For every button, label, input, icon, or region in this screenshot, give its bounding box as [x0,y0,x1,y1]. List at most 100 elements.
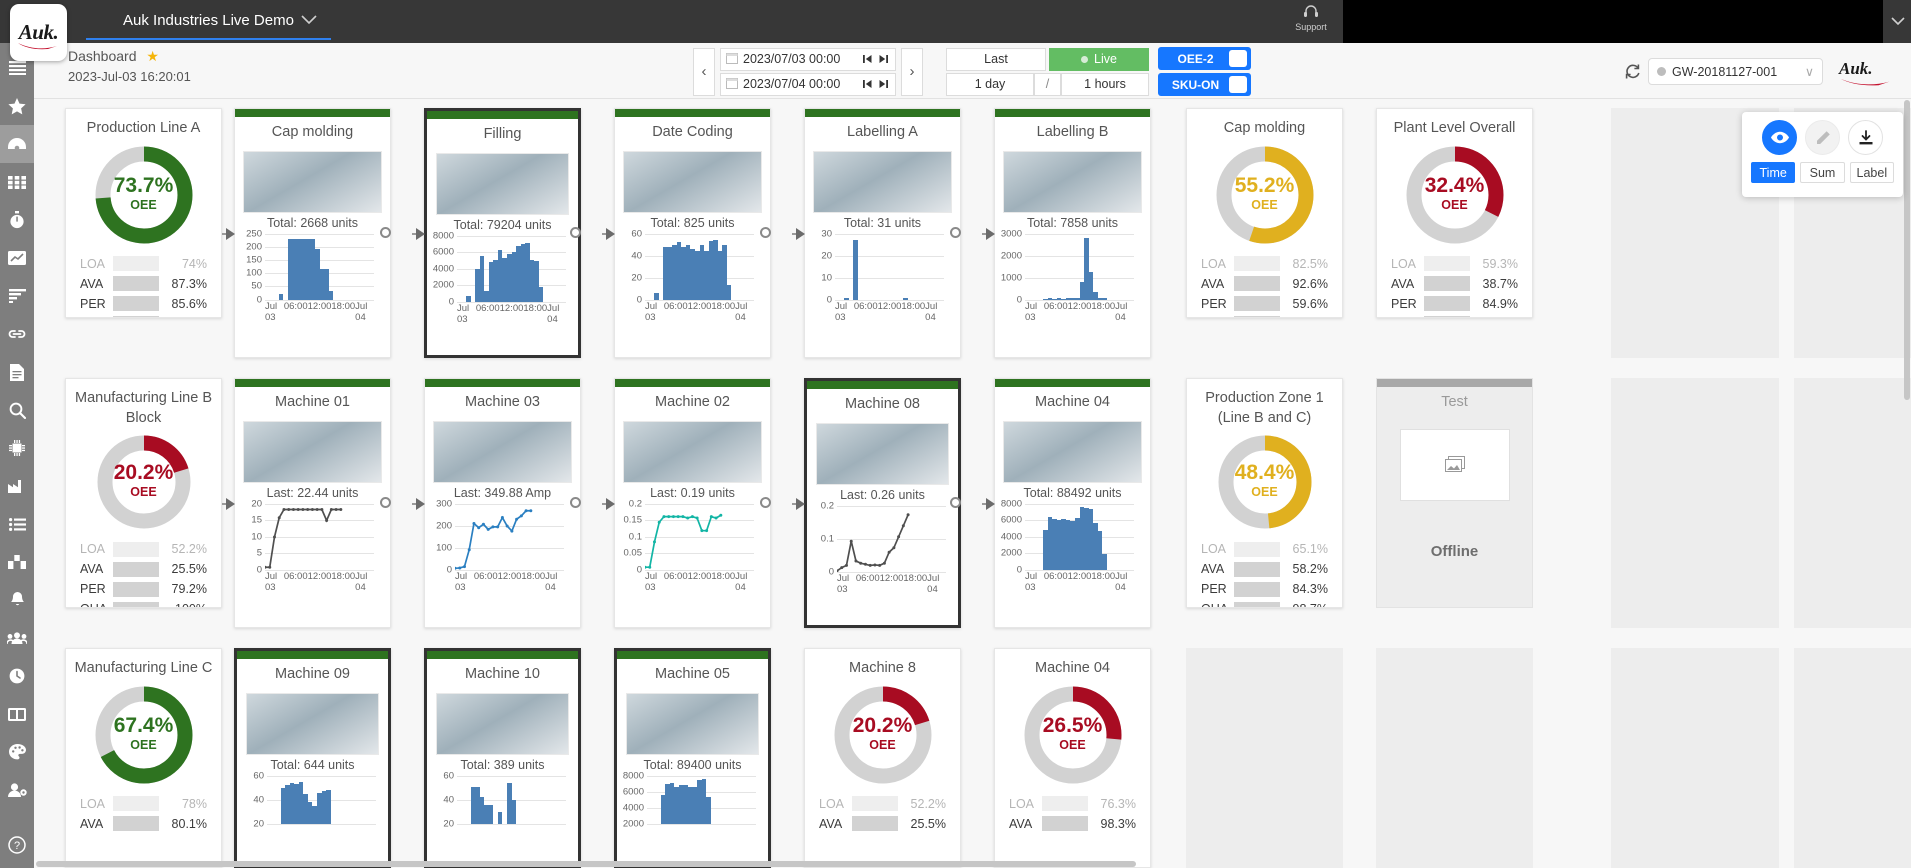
card-cap-molding-2[interactable]: Cap molding 55.2% OEE LOA 82.5% AVA 92.6… [1186,108,1343,318]
card-chart[interactable]: 300 200 100 0 Jul 03 06:00 12:00 18:00 Jul 04 [436,498,564,593]
sidebar-item-reports[interactable] [0,353,34,391]
sidebar-item-factory[interactable] [0,467,34,505]
support-button[interactable]: Support [1286,4,1336,32]
live-button[interactable]: Live [1049,47,1149,71]
card-chart[interactable]: 60 40 20 0 Jul 03 06:00 12:00 18:00 Jul 04 [631,228,754,323]
project-selector[interactable]: Auk Industries Live Demo [86,2,331,40]
sidebar-item-devices[interactable] [0,429,34,467]
empty-slot[interactable] [1611,648,1779,868]
card-manufacturing-line-c[interactable]: Manufacturing Line C 67.4% OEE LOA 78% A… [65,648,222,868]
card-chart[interactable]: 8000 6000 4000 2000 [623,770,756,829]
last-button[interactable]: Last [946,47,1046,71]
card-cap-molding-1[interactable]: Cap molding Total: 2668 units 250 200 150 10… [234,108,391,358]
edit-mode-button[interactable] [1805,120,1840,155]
card-production-zone-1[interactable]: Production Zone 1 (Line B and C) 48.4% O… [1186,378,1343,608]
card-machine-01[interactable]: Machine 01 Last: 22.44 units 20 15 10 5 0 Jul… [234,378,391,628]
card-chart[interactable]: 3000 2000 1000 0 Jul 03 06:00 12:00 18:00 Jul 04 [1001,228,1134,323]
dashboard-canvas[interactable]: Production Line A 73.7% OEE LOA 74% AVA … [34,100,1911,868]
flow-node[interactable] [760,227,771,238]
sidebar-item-layout[interactable] [0,695,34,733]
topbar-expand-icon[interactable] [1891,14,1905,29]
sidebar-item-help[interactable]: ? [0,828,34,862]
machine-photo[interactable] [623,420,762,483]
download-button[interactable] [1848,120,1883,155]
gateway-selector[interactable]: GW-20181127-001 ∨ [1648,58,1823,85]
date-from-field[interactable]: 2023/07/03 00:00 [720,47,896,71]
date-to-steppers[interactable] [863,79,888,89]
machine-photo[interactable] [243,150,382,213]
flow-node[interactable] [570,497,581,508]
sidebar-item-inventory[interactable] [0,543,34,581]
card-chart[interactable]: 30 20 10 0 Jul 03 06:00 12:00 18:00 Jul 04 [821,228,944,323]
date-to-field[interactable]: 2023/07/04 00:00 [720,72,896,96]
empty-slot[interactable] [1794,648,1911,868]
card-machine-10[interactable]: Machine 10 Total: 389 units 60 40 20 [424,648,581,868]
machine-photo[interactable] [243,420,382,483]
card-machine-09[interactable]: Machine 09 Total: 644 units 60 40 20 [234,648,391,868]
sidebar-item-connections[interactable] [0,315,34,353]
card-chart[interactable]: 8000 6000 4000 2000 0 Jul 03 06:00 12:00 18:00 Ju… [433,230,566,325]
machine-photo[interactable] [1003,150,1142,213]
machine-photo[interactable] [813,150,952,213]
tab-label[interactable]: Label [1849,162,1894,183]
empty-slot[interactable] [1376,648,1533,868]
machine-photo[interactable] [816,422,949,485]
prev-period-button[interactable]: ‹ [693,47,715,96]
tab-time[interactable]: Time [1751,162,1796,183]
card-chart[interactable]: 250 200 150 100 50 0 Jul 03 06:00 12:00 18:00 Jul … [246,228,374,323]
machine-photo[interactable] [436,692,569,755]
card-chart[interactable]: 0.2 0.1 0 Jul 03 06:00 12:00 18:00 Jul 04 [821,500,946,595]
refresh-icon[interactable] [1624,63,1641,83]
sidebar-item-alarms[interactable] [0,581,34,619]
sidebar-item-lists[interactable] [0,505,34,543]
machine-photo[interactable] [246,692,379,755]
card-chart[interactable]: 60 40 20 [443,770,566,829]
sidebar-item-schedule[interactable] [0,657,34,695]
machine-photo[interactable] [433,420,572,483]
empty-slot[interactable] [1611,378,1779,628]
card-machine-02[interactable]: Machine 02 Last: 0.19 units 0.2 0.15 0.1 0.0… [614,378,771,628]
oee-gauge[interactable]: 48.4% OEE [1217,434,1313,530]
machine-photo[interactable] [1003,420,1142,483]
card-chart[interactable]: 60 40 20 [253,770,376,829]
date-from-steppers[interactable] [863,54,888,64]
card-chart[interactable]: 8000 6000 4000 2000 0 Jul 03 06:00 12:00 18:00 Ju… [1001,498,1134,593]
oee-toggle[interactable]: OEE-2 [1158,47,1251,70]
card-chart[interactable]: 0.2 0.15 0.1 0.05 0 Jul 03 06:00 12:00 18:00 Jul… [624,498,754,593]
oee-gauge[interactable]: 55.2% OEE [1215,145,1315,245]
flow-node[interactable] [380,497,391,508]
flow-node[interactable] [380,227,391,238]
card-production-line-a[interactable]: Production Line A 73.7% OEE LOA 74% AVA … [65,108,222,318]
card-machine-08[interactable]: Machine 08 Last: 0.26 units 0.2 0.1 0 Jul 0… [804,378,961,628]
oee-gauge[interactable]: 20.2% OEE [96,434,192,530]
sku-toggle[interactable]: SKU-ON [1158,73,1251,96]
card-date-coding[interactable]: Date Coding Total: 825 units 60 40 20 0 Jul 0… [614,108,771,358]
vertical-scroll-thumb[interactable] [1904,100,1910,400]
vertical-scrollbar[interactable] [1903,100,1911,868]
card-machine-03[interactable]: Machine 03 Last: 349.88 Amp 300 200 100 0 Ju… [424,378,581,628]
card-plant-level-overall[interactable]: Plant Level Overall 32.4% OEE LOA 59.3% … [1376,108,1533,318]
card-manufacturing-line-b-block[interactable]: Manufacturing Line B Block 20.2% OEE LOA… [65,378,222,608]
sidebar-item-grid[interactable] [0,163,34,201]
oee-gauge[interactable]: 73.7% OEE [94,145,194,245]
card-machine-05[interactable]: Machine 05 Total: 89400 units 8000 6000 400… [614,648,771,868]
empty-slot[interactable] [1794,378,1911,628]
duration-field[interactable]: 1 day [946,72,1034,96]
tab-sum[interactable]: Sum [1800,162,1845,183]
machine-photo[interactable] [436,152,569,215]
oee-gauge[interactable]: 67.4% OEE [94,685,194,785]
interval-field[interactable]: 1 hours [1061,72,1149,96]
sidebar-item-oee[interactable] [0,201,34,239]
flow-node[interactable] [570,227,581,238]
flow-node[interactable] [950,497,961,508]
card-test[interactable]: Test Offline [1376,378,1533,608]
empty-slot[interactable] [1186,648,1343,868]
next-period-button[interactable]: › [901,47,923,96]
sidebar-item-search[interactable] [0,391,34,429]
card-machine-04-row2[interactable]: Machine 04 Total: 88492 units 8000 6000 400… [994,378,1151,628]
card-filling[interactable]: Filling Total: 79204 units 8000 6000 4000 20… [424,108,581,358]
oee-gauge[interactable]: 26.5% OEE [1023,685,1123,785]
sidebar-item-favorites[interactable] [0,87,34,125]
horizontal-scrollbar[interactable] [34,860,1911,868]
machine-photo[interactable] [623,150,762,213]
